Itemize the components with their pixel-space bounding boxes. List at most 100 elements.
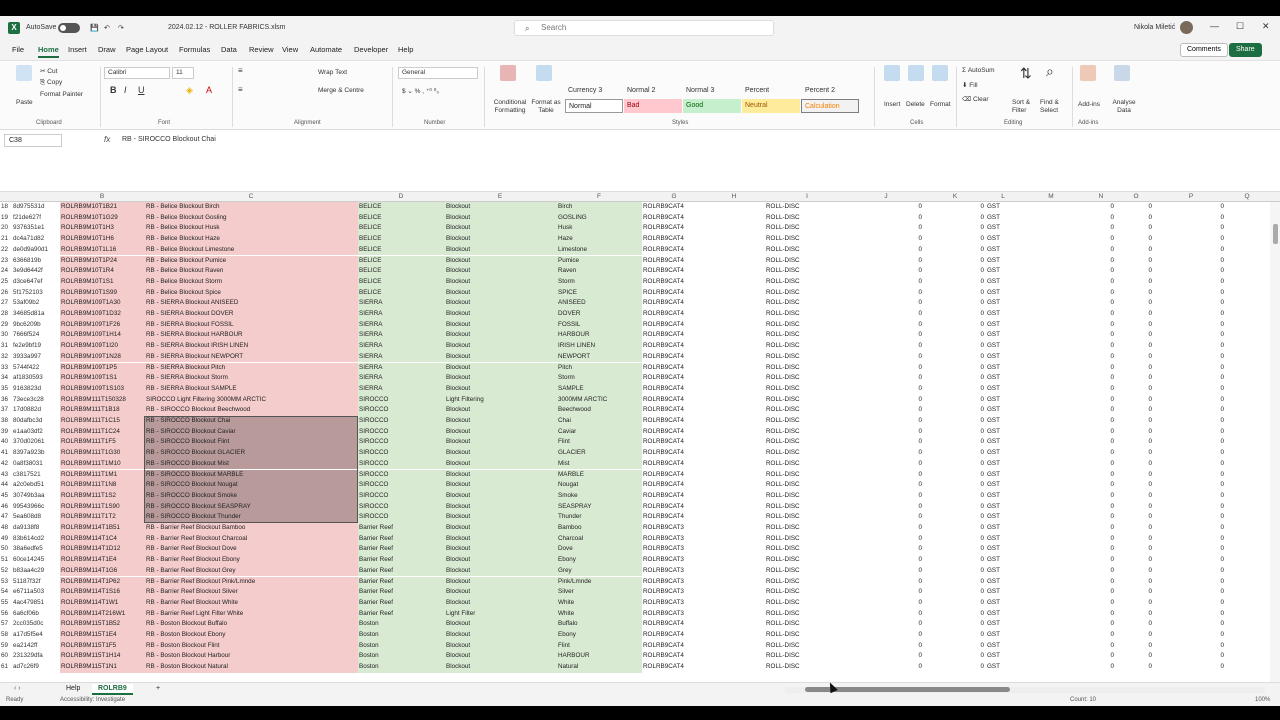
cell-i[interactable]: ROLL-DISC — [762, 448, 832, 459]
cell-i[interactable]: ROLL-DISC — [762, 352, 832, 363]
cell-b[interactable]: ROLRB9M115T1B52 — [60, 619, 144, 630]
format-cells-icon[interactable] — [932, 65, 948, 81]
cell-j[interactable]: 0 — [852, 662, 924, 673]
row-id-cell[interactable]: 46 99543966c — [0, 501, 60, 513]
cell-j[interactable]: 0 — [852, 245, 924, 256]
style-percent[interactable]: Percent — [745, 87, 769, 94]
cell-d[interactable]: BELICE — [358, 255, 444, 267]
cell-p[interactable]: 0 — [1156, 234, 1226, 245]
cell-j[interactable]: 0 — [852, 609, 924, 620]
row-id-cell[interactable]: 20 9376351e1 — [0, 223, 60, 235]
column-header-q[interactable]: Q — [1226, 193, 1268, 200]
row-id-cell[interactable]: 50 38a6edfe5 — [0, 544, 60, 556]
cell-d[interactable]: SIERRA — [358, 351, 444, 363]
cell-l[interactable]: GST — [986, 630, 1016, 641]
row-number[interactable]: 33 — [1, 363, 13, 374]
cell-l[interactable]: GST — [986, 544, 1016, 555]
cell-a[interactable]: 8d975531d — [13, 203, 45, 210]
cell-i[interactable]: ROLL-DISC — [762, 405, 832, 416]
row-number[interactable]: 41 — [1, 448, 13, 459]
column-header-i[interactable]: I — [762, 193, 852, 200]
cell-b[interactable]: ROLRB9M111T1G30 — [60, 448, 144, 459]
cell-f[interactable]: Ebony — [556, 630, 642, 641]
cell-d[interactable]: BELICE — [358, 287, 444, 299]
row-id-cell[interactable]: 23 6366819b — [0, 255, 60, 267]
cell-c[interactable]: RB - Belice Blockout Pumice — [144, 255, 358, 267]
cell-l[interactable]: GST — [986, 266, 1016, 277]
cell-o[interactable]: 0 — [1116, 577, 1154, 588]
cell-f[interactable]: Caviar — [556, 426, 642, 438]
format-as-table-button[interactable]: Format as Table — [530, 99, 562, 115]
cell-p[interactable]: 0 — [1156, 662, 1226, 673]
column-header-e[interactable]: E — [444, 193, 556, 200]
cell-j[interactable]: 0 — [852, 277, 924, 288]
cell-g[interactable]: ROLRB9CAT3 — [642, 587, 706, 598]
cell-l[interactable]: GST — [986, 384, 1016, 395]
cell-f[interactable]: SEASPRAY — [556, 501, 642, 513]
cell-g[interactable]: ROLRB9CAT3 — [642, 544, 706, 555]
cell-b[interactable]: ROLRB9M114T1D12 — [60, 544, 144, 556]
row-id-cell[interactable]: 32 3933a997 — [0, 351, 60, 363]
cell-n[interactable]: 0 — [1086, 587, 1116, 598]
cell-l[interactable]: GST — [986, 277, 1016, 288]
cell-o[interactable]: 0 — [1116, 491, 1154, 502]
cell-e[interactable]: Blockout — [444, 341, 556, 352]
cell-f[interactable]: Flint — [556, 640, 642, 652]
vertical-scrollbar[interactable] — [1270, 202, 1280, 682]
cell-g[interactable]: ROLRB9CAT4 — [642, 470, 706, 481]
cell-g[interactable]: ROLRB9CAT4 — [642, 512, 706, 523]
cell-k[interactable]: 0 — [920, 630, 986, 641]
cell-a[interactable]: a17d5f5e4 — [13, 631, 43, 638]
row-number[interactable]: 18 — [1, 202, 13, 213]
cell-g[interactable]: ROLRB9CAT4 — [642, 405, 706, 416]
sort-filter-button[interactable]: Sort & Filter — [1012, 99, 1040, 115]
cell-o[interactable]: 0 — [1116, 416, 1154, 427]
cell-a[interactable]: d3ce647ef — [13, 278, 42, 285]
menu-help[interactable]: Help — [398, 45, 413, 54]
cell-n[interactable]: 0 — [1086, 245, 1116, 256]
cell-l[interactable]: GST — [986, 223, 1016, 234]
row-id-cell[interactable]: 47 5ea608d8 — [0, 512, 60, 523]
cell-o[interactable]: 0 — [1116, 202, 1154, 213]
cell-n[interactable]: 0 — [1086, 502, 1116, 513]
cell-j[interactable]: 0 — [852, 320, 924, 331]
cell-e[interactable]: Blockout — [444, 533, 556, 545]
cell-k[interactable]: 0 — [920, 662, 986, 673]
row-number[interactable]: 61 — [1, 662, 13, 673]
cell-n[interactable]: 0 — [1086, 266, 1116, 277]
cell-j[interactable]: 0 — [852, 512, 924, 523]
row-number[interactable]: 56 — [1, 609, 13, 620]
row-id-cell[interactable]: 22 de0d9a90d1 — [0, 244, 60, 256]
cell-a[interactable]: ad7c26f9 — [13, 663, 39, 670]
row-id-cell[interactable]: 49 83b614cd2 — [0, 533, 60, 545]
cell-e[interactable]: Blockout — [444, 255, 556, 267]
cell-g[interactable]: ROLRB9CAT4 — [642, 395, 706, 406]
cell-p[interactable]: 0 — [1156, 437, 1226, 448]
add-ins-icon[interactable] — [1080, 65, 1096, 81]
cell-p[interactable]: 0 — [1156, 651, 1226, 662]
cell-j[interactable]: 0 — [852, 470, 924, 481]
cell-p[interactable]: 0 — [1156, 320, 1226, 331]
column-header-d[interactable]: D — [358, 193, 444, 200]
row-id-cell[interactable]: 24 3e9d6442f — [0, 266, 60, 277]
cell-e[interactable]: Blockout — [444, 298, 556, 309]
cell-a[interactable]: fe2e9bf19 — [13, 342, 41, 349]
cell-a[interactable]: 9163823d — [13, 385, 41, 392]
cell-l[interactable]: GST — [986, 502, 1016, 513]
cell-k[interactable]: 0 — [920, 416, 986, 427]
cell-l[interactable]: GST — [986, 459, 1016, 470]
fx-icon[interactable]: fx — [104, 135, 110, 144]
cell-k[interactable]: 0 — [920, 384, 986, 395]
cell-o[interactable]: 0 — [1116, 352, 1154, 363]
cell-b[interactable]: ROLRB9M10T1G29 — [60, 212, 144, 224]
cell-e[interactable]: Blockout — [444, 426, 556, 438]
cell-e[interactable]: Blockout — [444, 373, 556, 384]
cell-i[interactable]: ROLL-DISC — [762, 320, 832, 331]
cell-a[interactable]: f21de627f — [13, 214, 41, 221]
cell-i[interactable]: ROLL-DISC — [762, 609, 832, 620]
cell-c[interactable]: RB - Barrier Reef Blockout Grey — [144, 565, 358, 577]
cell-j[interactable]: 0 — [852, 309, 924, 320]
cell-i[interactable]: ROLL-DISC — [762, 437, 832, 448]
row-number[interactable]: 45 — [1, 491, 13, 502]
cell-i[interactable]: ROLL-DISC — [762, 277, 832, 288]
